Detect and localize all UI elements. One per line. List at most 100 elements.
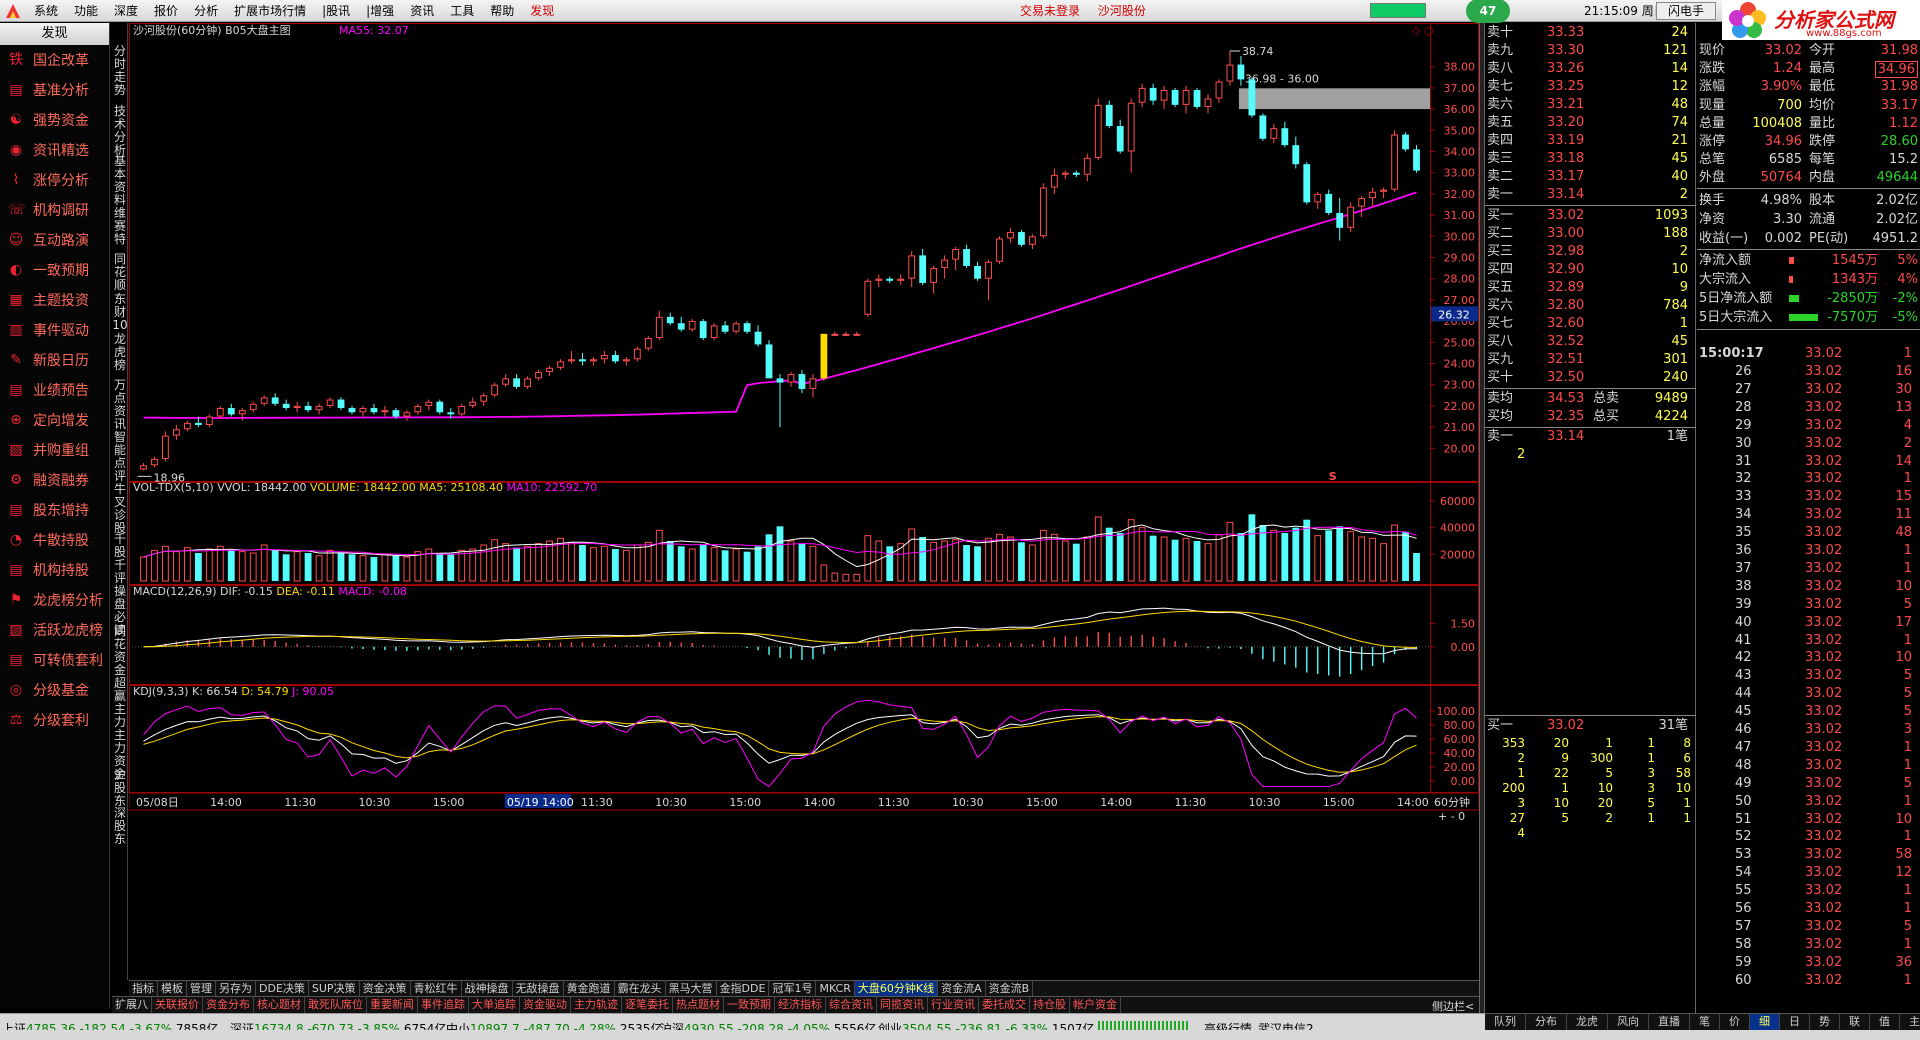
candle-body[interactable] (875, 278, 883, 281)
right-panel-tab[interactable]: 联 (1840, 1014, 1870, 1030)
volume-bar[interactable] (688, 548, 696, 582)
candle-body[interactable] (677, 323, 685, 330)
candle-body[interactable] (1039, 187, 1047, 237)
tick-row[interactable]: 44 33.02 5 (1697, 685, 1920, 703)
order-book-row[interactable]: 买十 32.50 240 (1485, 369, 1696, 387)
order-book-row[interactable]: 卖七 33.25 12 (1485, 78, 1696, 96)
volume-bar[interactable] (853, 573, 861, 582)
sidebar-item[interactable]: ▧ 并购重组 (0, 435, 109, 465)
volume-bar[interactable] (1094, 516, 1102, 582)
sidebar-item[interactable]: ⊕ 定向增发 (0, 405, 109, 435)
sidebar-item[interactable]: ⌇ 涨停分析 (0, 165, 109, 195)
menu-enhanced[interactable]: |增强 (358, 0, 402, 22)
tick-row[interactable]: 27 33.02 30 (1697, 381, 1920, 399)
candle-body[interactable] (282, 403, 290, 409)
volume-bar[interactable] (1380, 543, 1387, 582)
candle-body[interactable] (655, 316, 663, 339)
tick-row[interactable]: 45 33.02 5 (1697, 703, 1920, 721)
menu-help[interactable]: 帮助 (482, 0, 522, 22)
candle-body[interactable] (579, 359, 586, 362)
volume-bar[interactable] (436, 553, 444, 581)
candle-body[interactable] (1149, 87, 1157, 101)
candle-body[interactable] (205, 416, 213, 425)
order-book-row[interactable]: 卖六 33.21 48 (1485, 96, 1696, 114)
candle-body[interactable] (1358, 198, 1366, 207)
volume-bar[interactable] (524, 545, 531, 582)
candle-body[interactable] (293, 405, 301, 409)
candle-body[interactable] (633, 348, 641, 360)
volume-bar[interactable] (809, 545, 817, 582)
tick-row[interactable]: 60 33.02 1 (1697, 972, 1920, 990)
order-book-row[interactable]: 买八 32.52 45 (1485, 333, 1696, 351)
indicator-tab[interactable]: 资金流B (986, 981, 1034, 996)
candle-body[interactable] (151, 458, 158, 466)
sidebar-item[interactable]: ✎ 新股日历 (0, 345, 109, 375)
menu-system[interactable]: 系统 (26, 0, 66, 22)
candle-body[interactable] (1303, 164, 1311, 203)
candle-body[interactable] (831, 333, 839, 336)
right-panel-tab[interactable]: 队列 (1485, 1014, 1526, 1030)
candle-body[interactable] (568, 359, 575, 362)
volume-bar[interactable] (952, 539, 959, 582)
volume-bar[interactable] (601, 545, 608, 582)
volume-bar[interactable] (798, 543, 806, 581)
indicator-tab[interactable]: DDE决策 (256, 981, 309, 996)
candle-body[interactable] (1127, 102, 1135, 152)
volume-bar[interactable] (655, 529, 663, 582)
volume-bar[interactable] (1402, 531, 1409, 581)
extension-tab[interactable]: 主力轨迹 (571, 997, 622, 1013)
candle-body[interactable] (326, 399, 334, 406)
candle-body[interactable] (227, 408, 235, 415)
order-book-row[interactable]: 卖二 33.17 40 (1485, 168, 1696, 186)
volume-bar[interactable] (293, 551, 301, 582)
candle-body[interactable] (1138, 87, 1146, 103)
candle-body[interactable] (1083, 157, 1091, 175)
volume-bar[interactable] (1358, 536, 1366, 582)
indicator-tab[interactable]: 资金决策 (360, 981, 411, 996)
vertical-tab[interactable]: 沪股东 (112, 769, 128, 808)
candle-body[interactable] (1215, 81, 1223, 99)
tick-row[interactable]: 34 33.02 11 (1697, 506, 1920, 524)
right-panel-tab[interactable]: 价 (1720, 1014, 1750, 1030)
volume-bar[interactable] (1391, 524, 1398, 582)
chart-canvas[interactable]: 38.00 37.00 36.00 35.00 34.00 33.00 32.00 31.00… (129, 23, 1479, 980)
candle-body[interactable] (216, 408, 224, 417)
volume-bar[interactable] (820, 564, 828, 582)
volume-bar[interactable] (1007, 536, 1014, 582)
candle-body[interactable] (1072, 172, 1080, 175)
indicator-tab[interactable]: 青松红牛 (411, 981, 462, 996)
volume-bar[interactable] (513, 547, 521, 581)
order-book-row[interactable]: 卖九 33.30 121 (1485, 42, 1696, 60)
candle-body[interactable] (513, 378, 521, 387)
candle-body[interactable] (173, 429, 180, 436)
volume-bar[interactable] (359, 555, 367, 582)
volume-bar[interactable] (721, 550, 729, 581)
volume-bar[interactable] (622, 549, 630, 582)
candle-body[interactable] (1226, 64, 1234, 82)
candle-body[interactable] (853, 333, 861, 336)
candle-body[interactable] (458, 405, 466, 415)
extension-tab[interactable]: 经济指标 (775, 997, 826, 1013)
sell1-queue-row[interactable]: 卖一 33.14 1笔 (1485, 428, 1696, 446)
extension-tab[interactable]: 关联报价 (152, 997, 203, 1013)
candle-body[interactable] (381, 410, 389, 413)
volume-bar[interactable] (919, 537, 927, 581)
tick-row[interactable]: 28 33.02 13 (1697, 399, 1920, 417)
order-book-row[interactable]: 买七 32.60 1 (1485, 315, 1696, 333)
candle-body[interactable] (1116, 126, 1124, 152)
candle-body[interactable] (765, 344, 773, 379)
extension-tab[interactable]: 热点题材 (673, 997, 724, 1013)
sidebar-item[interactable]: ☯ 强势资金 (0, 105, 109, 135)
volume-bar[interactable] (776, 526, 784, 581)
candle-body[interactable] (1171, 90, 1179, 105)
volume-bar[interactable] (370, 557, 378, 581)
volume-bar[interactable] (183, 547, 191, 582)
sidebar-item[interactable]: ⚑ 龙虎榜分析 (0, 585, 109, 615)
volume-bar[interactable] (1072, 543, 1080, 581)
indicator-tab[interactable]: 黑马大营 (666, 981, 717, 996)
sidebar-item[interactable]: ☏ 机构调研 (0, 195, 109, 225)
extension-tab[interactable]: 行业资讯 (928, 997, 979, 1013)
volume-bar[interactable] (216, 545, 224, 582)
tick-row[interactable]: 37 33.02 1 (1697, 560, 1920, 578)
candle-body[interactable] (1182, 90, 1190, 105)
